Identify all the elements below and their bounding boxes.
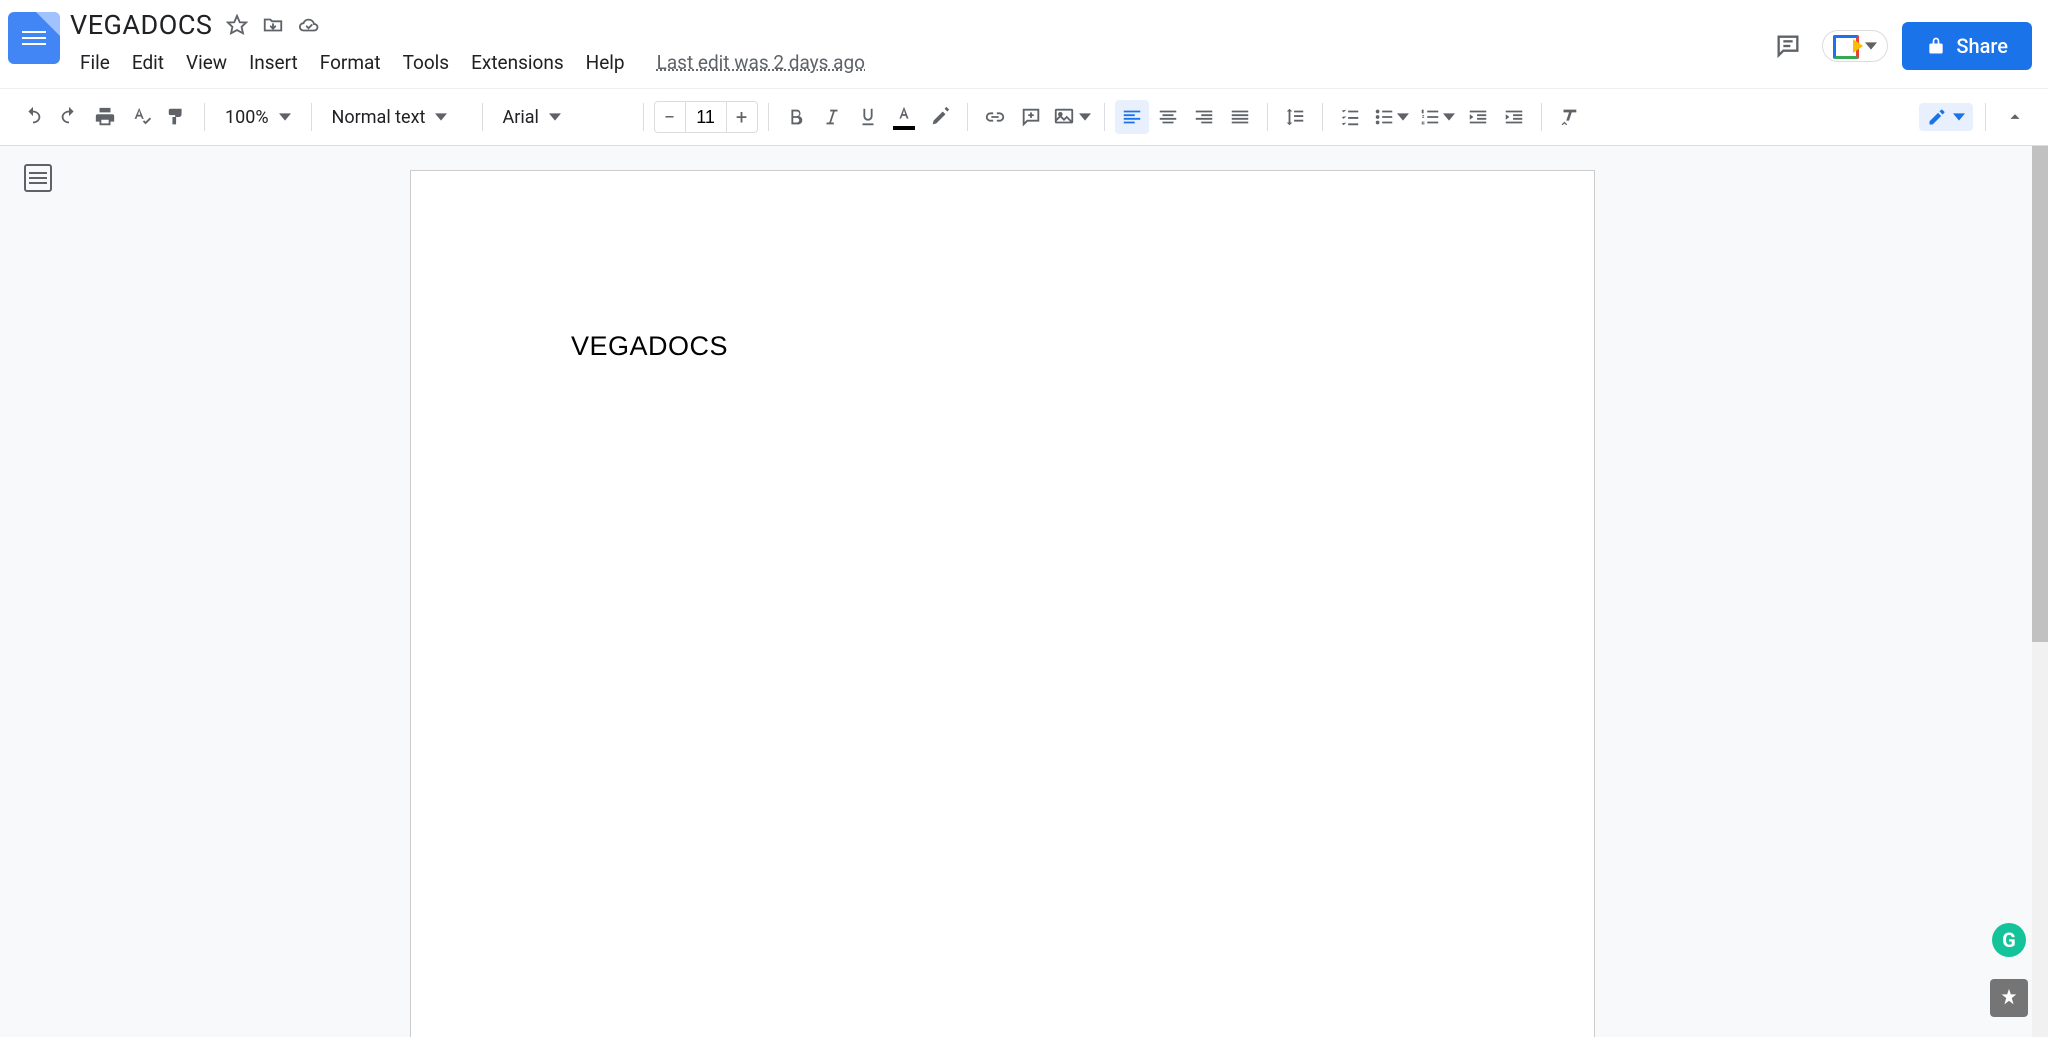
collapse-toolbar-icon[interactable] xyxy=(1998,100,2032,134)
menu-format[interactable]: Format xyxy=(310,47,391,78)
toolbar-right xyxy=(1919,100,2032,134)
menu-file[interactable]: File xyxy=(70,47,120,78)
underline-icon[interactable] xyxy=(851,100,885,134)
header-center: VEGADOCS File Edit View Insert Format To… xyxy=(70,8,1768,80)
align-left-icon[interactable] xyxy=(1115,100,1149,134)
menu-tools[interactable]: Tools xyxy=(393,47,460,78)
font-size-input[interactable] xyxy=(685,102,727,132)
document-outline-icon[interactable] xyxy=(24,164,52,192)
text-color-icon[interactable] xyxy=(887,100,921,134)
undo-icon[interactable] xyxy=(16,100,50,134)
font-family-value: Arial xyxy=(503,107,539,128)
separator xyxy=(1104,103,1105,131)
document-title[interactable]: VEGADOCS xyxy=(70,9,212,41)
menu-extensions[interactable]: Extensions xyxy=(461,47,574,78)
editing-mode-button[interactable] xyxy=(1919,103,1973,131)
move-folder-icon[interactable] xyxy=(262,14,284,36)
increase-font-size-button[interactable]: + xyxy=(727,102,757,132)
chevron-down-icon xyxy=(549,107,561,128)
bold-icon[interactable] xyxy=(779,100,813,134)
chevron-down-icon xyxy=(435,107,447,128)
align-justify-icon[interactable] xyxy=(1223,100,1257,134)
grammarly-button[interactable]: G xyxy=(1992,923,2026,957)
paint-format-icon[interactable] xyxy=(160,100,194,134)
menu-bar: File Edit View Insert Format Tools Exten… xyxy=(70,44,1768,80)
share-button[interactable]: Share xyxy=(1902,22,2032,70)
insert-link-icon[interactable] xyxy=(978,100,1012,134)
zoom-value: 100% xyxy=(225,107,269,128)
chevron-down-icon xyxy=(1953,108,1965,127)
separator xyxy=(1985,103,1986,131)
chevron-down-icon xyxy=(1865,37,1877,56)
print-icon[interactable] xyxy=(88,100,122,134)
paragraph-style-select[interactable]: Normal text xyxy=(322,107,472,128)
align-center-icon[interactable] xyxy=(1151,100,1185,134)
paragraph-style-value: Normal text xyxy=(332,107,426,128)
menu-help[interactable]: Help xyxy=(576,47,635,78)
app-header: VEGADOCS File Edit View Insert Format To… xyxy=(0,0,2048,88)
share-button-label: Share xyxy=(1956,34,2008,58)
separator xyxy=(482,103,483,131)
vertical-scrollbar[interactable] xyxy=(2032,146,2048,1037)
bulleted-list-icon[interactable] xyxy=(1369,100,1413,134)
separator xyxy=(768,103,769,131)
highlight-color-icon[interactable] xyxy=(923,100,957,134)
meet-icon xyxy=(1833,35,1859,57)
menu-view[interactable]: View xyxy=(176,47,237,78)
font-size-control: − + xyxy=(654,101,758,133)
chevron-down-icon xyxy=(1443,108,1455,127)
comment-history-icon[interactable] xyxy=(1768,26,1808,66)
title-row: VEGADOCS xyxy=(70,8,1768,42)
cloud-status-icon[interactable] xyxy=(298,14,320,36)
increase-indent-icon[interactable] xyxy=(1497,100,1531,134)
font-family-select[interactable]: Arial xyxy=(493,107,633,128)
docs-logo[interactable] xyxy=(8,12,60,64)
insert-image-icon[interactable] xyxy=(1050,100,1094,134)
spellcheck-icon[interactable] xyxy=(124,100,158,134)
separator xyxy=(643,103,644,131)
chevron-down-icon xyxy=(1397,108,1409,127)
separator xyxy=(1541,103,1542,131)
redo-icon[interactable] xyxy=(52,100,86,134)
header-right: Share xyxy=(1768,22,2032,70)
zoom-select[interactable]: 100% xyxy=(215,107,301,128)
clear-formatting-icon[interactable] xyxy=(1552,100,1586,134)
numbered-list-icon[interactable] xyxy=(1415,100,1459,134)
separator xyxy=(967,103,968,131)
checklist-icon[interactable] xyxy=(1333,100,1367,134)
meet-button[interactable] xyxy=(1822,30,1888,62)
decrease-font-size-button[interactable]: − xyxy=(655,102,685,132)
decrease-indent-icon[interactable] xyxy=(1461,100,1495,134)
menu-insert[interactable]: Insert xyxy=(239,47,308,78)
add-comment-icon[interactable] xyxy=(1014,100,1048,134)
separator xyxy=(311,103,312,131)
document-page[interactable]: VEGADOCS xyxy=(410,170,1595,1037)
scrollbar-thumb[interactable] xyxy=(2032,146,2048,642)
align-right-icon[interactable] xyxy=(1187,100,1221,134)
menu-edit[interactable]: Edit xyxy=(122,47,174,78)
explore-button[interactable] xyxy=(1990,979,2028,1017)
italic-icon[interactable] xyxy=(815,100,849,134)
chevron-down-icon xyxy=(279,107,291,128)
separator xyxy=(1267,103,1268,131)
document-body-text[interactable]: VEGADOCS xyxy=(571,331,1434,362)
star-icon[interactable] xyxy=(226,14,248,36)
toolbar: 100% Normal text Arial − + xyxy=(0,88,2048,146)
separator xyxy=(204,103,205,131)
last-edit-link[interactable]: Last edit was 2 days ago xyxy=(657,51,865,74)
workspace: VEGADOCS G xyxy=(0,146,2048,1037)
separator xyxy=(1322,103,1323,131)
chevron-down-icon xyxy=(1079,108,1091,127)
line-spacing-icon[interactable] xyxy=(1278,100,1312,134)
